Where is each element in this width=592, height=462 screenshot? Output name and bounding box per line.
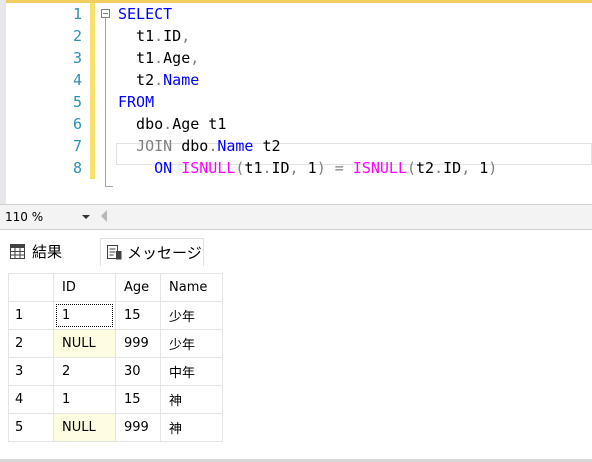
change-marker	[90, 113, 95, 135]
code-text[interactable]: FROM	[118, 91, 154, 113]
cell-age[interactable]: 15	[115, 385, 161, 414]
code-text[interactable]: t1.Age,	[118, 47, 199, 69]
table-row: 4 1 15 神	[8, 385, 223, 414]
cell-age[interactable]: 999	[115, 329, 161, 358]
line-number: 4	[72, 71, 82, 89]
cell-name[interactable]: 神	[160, 385, 223, 414]
tab-results[interactable]: 結果	[10, 238, 94, 266]
scroll-left-icon[interactable]	[101, 210, 107, 222]
tab-results-label: 結果	[32, 243, 63, 261]
code-text[interactable]: dbo.Age t1	[118, 113, 226, 135]
header-row: ID Age Name	[8, 273, 223, 302]
selected-cell[interactable]: 1	[53, 301, 116, 330]
fold-guide-end	[105, 186, 113, 187]
row-number[interactable]: 3	[8, 357, 54, 386]
sql-editor[interactable]: 1 SELECT 2 t1.ID, 3 t1.Age, 4 t2.Name 5 …	[0, 0, 592, 204]
cell-name[interactable]: 中年	[160, 357, 223, 386]
change-marker	[90, 25, 95, 47]
cell-name[interactable]: 少年	[160, 329, 223, 358]
code-line: 6 dbo.Age t1	[0, 113, 592, 135]
table-row: 5 NULL 999 神	[8, 413, 223, 442]
cell-name[interactable]: 神	[160, 413, 223, 442]
code-text[interactable]: ON ISNULL(t1.ID, 1) = ISNULL(t2.ID, 1)	[118, 157, 497, 179]
zoom-bar: 110 %	[0, 204, 592, 230]
code-line: 8 ON ISNULL(t1.ID, 1) = ISNULL(t2.ID, 1)	[0, 157, 592, 179]
code-line: 1 SELECT	[0, 3, 592, 25]
cell-id-null[interactable]: NULL	[53, 329, 116, 358]
column-header-age[interactable]: Age	[115, 273, 161, 302]
zoom-value: 110 %	[5, 210, 44, 224]
cell-id[interactable]: 2	[53, 357, 116, 386]
change-marker	[90, 69, 95, 91]
cell-id: 1	[56, 304, 113, 327]
results-grid: ID Age Name 1 1 15 少年 2 NULL 999 少年 3 2 …	[8, 273, 223, 442]
row-number[interactable]: 1	[8, 301, 54, 330]
grid-icon	[10, 244, 25, 259]
result-tabs: 結果 メッセージ	[0, 230, 592, 270]
cell-id-null[interactable]: NULL	[53, 413, 116, 442]
row-number[interactable]: 4	[8, 385, 54, 414]
tab-messages-label: メッセージ	[127, 244, 202, 262]
line-number: 3	[72, 49, 82, 67]
line-number: 8	[72, 159, 82, 177]
line-number: 6	[72, 115, 82, 133]
table-row: 2 NULL 999 少年	[8, 329, 223, 358]
row-number[interactable]: 5	[8, 413, 54, 442]
line-number: 5	[72, 93, 82, 111]
code-line: 3 t1.Age,	[0, 47, 592, 69]
code-text[interactable]: t1.ID,	[118, 25, 190, 47]
results-table: ID Age Name 1 1 15 少年 2 NULL 999 少年 3 2 …	[8, 273, 223, 442]
change-marker	[90, 135, 95, 157]
change-marker	[90, 157, 95, 179]
code-text[interactable]: JOIN dbo.Name t2	[118, 135, 281, 157]
code-line: 2 t1.ID,	[0, 25, 592, 47]
cell-id[interactable]: 1	[53, 385, 116, 414]
dropdown-arrow-icon[interactable]	[82, 215, 90, 219]
line-number: 7	[72, 137, 82, 155]
change-marker	[90, 47, 95, 69]
cell-age[interactable]: 999	[115, 413, 161, 442]
change-marker	[90, 3, 95, 25]
cell-age[interactable]: 15	[115, 301, 161, 330]
code-text[interactable]: t2.Name	[118, 69, 199, 91]
code-line: 7 JOIN dbo.Name t2	[0, 135, 592, 157]
table-row: 1 1 15 少年	[8, 301, 223, 330]
row-number[interactable]: 2	[8, 329, 54, 358]
table-row: 3 2 30 中年	[8, 357, 223, 386]
corner-cell[interactable]	[8, 273, 54, 302]
code-line: 5 FROM	[0, 91, 592, 113]
code-text[interactable]: SELECT	[118, 3, 172, 25]
column-header-name[interactable]: Name	[160, 273, 223, 302]
cell-name[interactable]: 少年	[160, 301, 223, 330]
zoom-dropdown[interactable]: 110 %	[2, 208, 94, 226]
line-number: 1	[72, 5, 82, 23]
tab-messages[interactable]: メッセージ	[100, 238, 204, 266]
code-line: 4 t2.Name	[0, 69, 592, 91]
line-number: 2	[72, 27, 82, 45]
change-marker	[90, 91, 95, 113]
column-header-id[interactable]: ID	[53, 273, 116, 302]
messages-icon	[107, 245, 122, 260]
cell-age[interactable]: 30	[115, 357, 161, 386]
